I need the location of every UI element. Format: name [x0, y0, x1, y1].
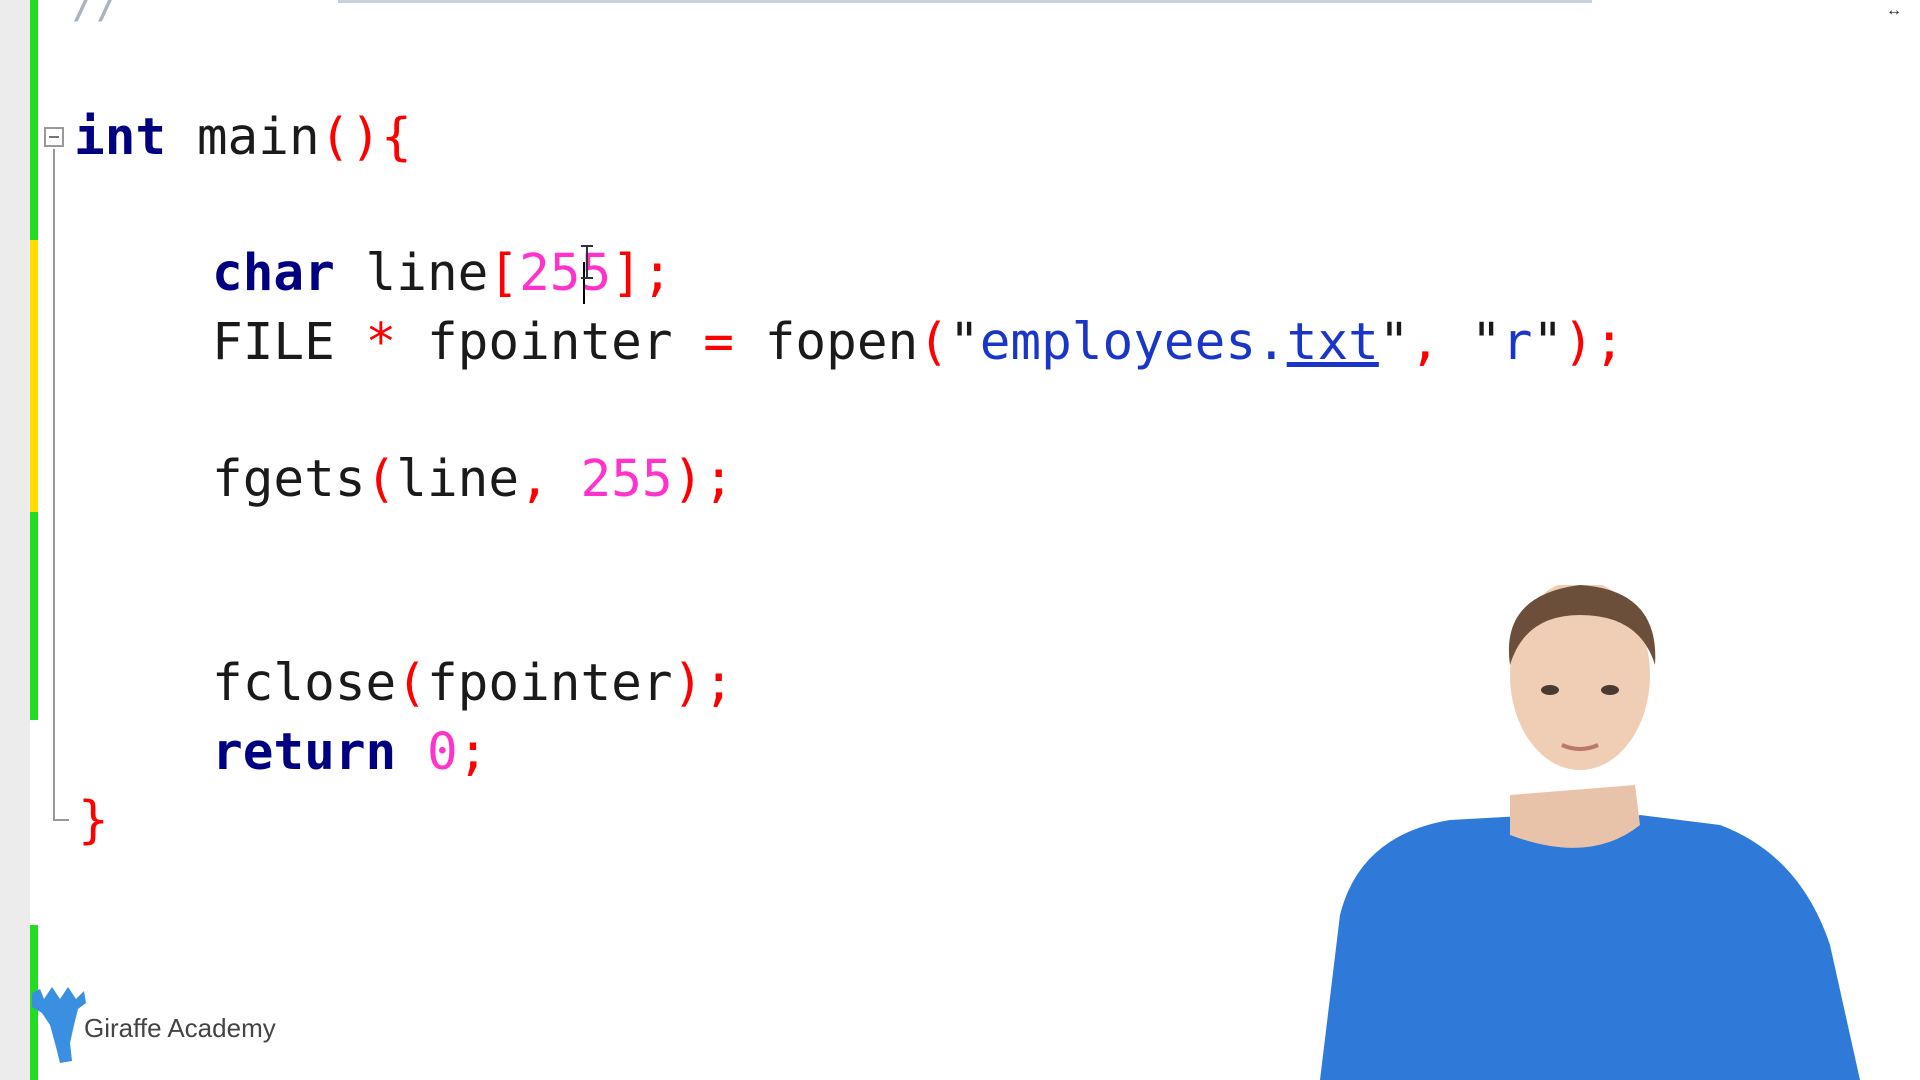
semicolon: ; — [641, 244, 673, 303]
function-name: fopen — [734, 313, 919, 372]
paren: ) — [1563, 313, 1594, 372]
code-line-fclose[interactable]: fclose(fpointer); — [212, 650, 734, 718]
number: 255 — [519, 244, 612, 303]
brand-name: Giraffe Academy — [84, 1013, 276, 1043]
paren: ) — [672, 654, 704, 713]
bracket: [ — [488, 244, 520, 303]
quote: " — [1378, 313, 1410, 372]
fold-collapse-icon[interactable] — [44, 127, 64, 147]
parens: () — [319, 108, 382, 167]
code-line-close-brace[interactable]: } — [78, 787, 109, 855]
paren: ( — [365, 450, 397, 509]
change-bar-unsaved — [30, 240, 38, 512]
fold-guide-line — [53, 149, 55, 821]
code-line-fgets[interactable]: fgets(line, 255); — [212, 446, 734, 514]
comma: , — [1409, 313, 1441, 372]
paren: ( — [918, 313, 949, 372]
keyword: int — [74, 108, 167, 167]
number: 255 — [549, 450, 673, 509]
pointer-star: * — [334, 313, 427, 372]
quote: " — [948, 313, 980, 372]
identifier: fpointer — [426, 654, 673, 713]
fold-guide-end — [53, 819, 69, 821]
bracket: ] — [611, 244, 642, 303]
identifier: line — [334, 244, 489, 303]
semicolon: ; — [457, 723, 489, 782]
change-bar-saved — [30, 512, 38, 720]
ibeam-cursor-icon — [581, 245, 593, 279]
keyword: char — [212, 244, 335, 303]
presenter-webcam — [1320, 585, 1860, 1080]
string-literal-underlined: txt — [1286, 313, 1379, 372]
editor-gutter — [0, 0, 30, 1080]
comma: , — [519, 450, 550, 509]
close-brace: } — [78, 791, 109, 850]
assign-op: = — [703, 313, 735, 372]
text-caret — [583, 262, 585, 304]
keyword: return — [212, 723, 397, 782]
function-name: fgets — [212, 450, 366, 509]
code-line-fopen[interactable]: FILE * fpointer = fopen("employees.txt",… — [212, 309, 1625, 377]
quote: " — [1532, 313, 1564, 372]
semicolon: ; — [1593, 313, 1625, 372]
semicolon: ; — [703, 654, 735, 713]
code-line-main[interactable]: int main(){ — [74, 104, 412, 172]
code-line-char-decl[interactable]: char line[255]; — [212, 240, 673, 308]
semicolon: ; — [703, 450, 735, 509]
code-line-return[interactable]: return 0; — [212, 719, 488, 787]
number: 0 — [396, 723, 458, 782]
identifier: main — [166, 108, 320, 167]
quote: " — [1471, 313, 1502, 372]
identifier: line — [396, 450, 520, 509]
open-brace: { — [381, 108, 412, 167]
identifier: fpointer — [426, 313, 704, 372]
string-literal: employees. — [979, 313, 1287, 372]
change-bar-saved — [30, 0, 38, 240]
function-name: fclose — [212, 654, 397, 713]
string-literal: r — [1501, 313, 1533, 372]
paren: ) — [672, 450, 704, 509]
type-name: FILE — [212, 313, 335, 372]
paren: ( — [396, 654, 427, 713]
